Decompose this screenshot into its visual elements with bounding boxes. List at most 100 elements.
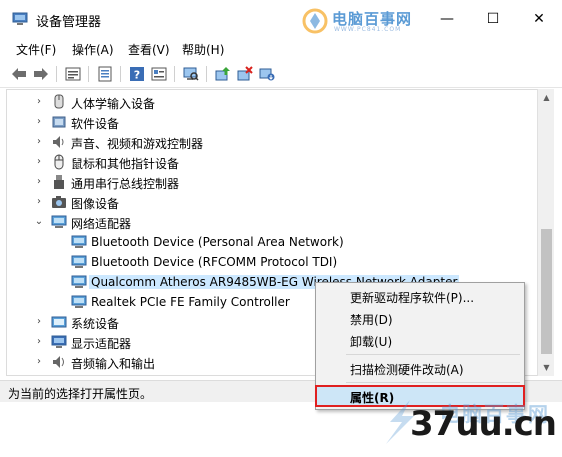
ctx-disable[interactable]: 禁用(D) bbox=[316, 307, 524, 329]
scroll-thumb[interactable] bbox=[541, 229, 552, 354]
camera-icon bbox=[52, 196, 66, 208]
help-icon: ? bbox=[130, 67, 144, 82]
ctx-item-label: 扫描检测硬件改动(A) bbox=[350, 363, 464, 377]
hid-device-icon bbox=[54, 94, 64, 109]
tree-row-software-devices[interactable]: › 软件设备 bbox=[7, 112, 537, 132]
scroll-down-icon[interactable]: ▼ bbox=[538, 359, 555, 376]
driver-info-button[interactable] bbox=[150, 65, 168, 83]
menu-help[interactable]: 帮助(H) bbox=[182, 41, 224, 58]
watermark-subtext: WWW.PC841.COM bbox=[334, 26, 402, 33]
close-icon: ✕ bbox=[533, 11, 545, 27]
network-adapter-icon bbox=[71, 235, 87, 248]
tree-item-label: 鼠标和其他指针设备 bbox=[71, 157, 180, 171]
network-adapter-icon bbox=[71, 295, 87, 308]
scan-monitor-icon bbox=[183, 67, 199, 81]
uninstall-button[interactable] bbox=[236, 65, 254, 83]
properties-icon bbox=[98, 66, 112, 82]
software-device-icon bbox=[52, 116, 66, 128]
device-manager-icon bbox=[12, 12, 28, 25]
driver-info-icon bbox=[151, 67, 167, 81]
expand-arrow-icon[interactable]: › bbox=[34, 316, 44, 328]
ctx-scan-hardware[interactable]: 扫描检测硬件改动(A) bbox=[316, 357, 524, 379]
scan-monitor-button[interactable] bbox=[182, 65, 200, 83]
tree-item-label: 图像设备 bbox=[71, 197, 120, 211]
svg-text:?: ? bbox=[134, 69, 140, 82]
expand-arrow-icon[interactable]: › bbox=[34, 336, 44, 348]
menu-bar: 文件(F) 操作(A) 查看(V) 帮助(H) bbox=[0, 38, 562, 60]
expand-arrow-icon[interactable]: › bbox=[34, 136, 44, 148]
tree-item-label: 音频输入和输出 bbox=[71, 357, 156, 371]
tree-item-label: 通用串行总线控制器 bbox=[71, 177, 180, 191]
maximize-button[interactable]: ☐ bbox=[470, 0, 516, 38]
tree-row-usb[interactable]: › 通用串行总线控制器 bbox=[7, 172, 537, 192]
status-text: 为当前的选择打开属性页。 bbox=[8, 387, 153, 401]
title-bar[interactable]: 设备管理器 电脑百事网 WWW.PC841.COM — ☐ ✕ bbox=[0, 0, 562, 38]
tree-item-label: 系统设备 bbox=[71, 317, 120, 331]
tree-row-imaging[interactable]: › 图像设备 bbox=[7, 192, 537, 212]
back-arrow-icon bbox=[12, 68, 26, 80]
watermark-logo-icon bbox=[302, 8, 328, 34]
ctx-separator bbox=[346, 382, 520, 383]
toolbar-separator bbox=[120, 66, 121, 82]
system-device-icon bbox=[51, 316, 67, 328]
tree-row-network-adapters[interactable]: ⌄ 网络适配器 bbox=[7, 212, 537, 232]
menu-view[interactable]: 查看(V) bbox=[128, 41, 170, 58]
tree-row-bluetooth-pan[interactable]: Bluetooth Device (Personal Area Network) bbox=[7, 232, 537, 252]
collapse-arrow-icon[interactable]: ⌄ bbox=[34, 216, 44, 228]
device-view-button[interactable] bbox=[64, 65, 82, 83]
ctx-update-driver[interactable]: 更新驱动程序软件(P)... bbox=[316, 285, 524, 307]
tree-row-sound[interactable]: › 声音、视频和游戏控制器 bbox=[7, 132, 537, 152]
tree-item-label: Bluetooth Device (RFCOMM Protocol TDI) bbox=[91, 255, 338, 269]
tree-item-label: 显示适配器 bbox=[71, 337, 132, 351]
expand-arrow-icon[interactable]: › bbox=[34, 96, 44, 108]
scroll-up-icon[interactable]: ▲ bbox=[538, 89, 555, 106]
mouse-icon bbox=[54, 154, 64, 170]
ctx-item-label: 更新驱动程序软件(P)... bbox=[350, 291, 475, 305]
tree-row-bluetooth-rfcomm[interactable]: Bluetooth Device (RFCOMM Protocol TDI) bbox=[7, 252, 537, 272]
ctx-separator bbox=[346, 354, 520, 355]
back-button[interactable] bbox=[10, 65, 28, 83]
device-view-icon bbox=[65, 67, 81, 81]
expand-arrow-icon[interactable]: › bbox=[34, 176, 44, 188]
close-button[interactable]: ✕ bbox=[516, 0, 562, 38]
tree-item-label: 软件设备 bbox=[71, 117, 120, 131]
speaker-icon bbox=[53, 136, 64, 148]
properties-button[interactable] bbox=[96, 65, 114, 83]
tree-item-label: Realtek PCIe FE Family Controller bbox=[91, 295, 290, 309]
expand-arrow-icon[interactable]: › bbox=[34, 116, 44, 128]
usb-icon bbox=[54, 175, 64, 189]
download-driver-button[interactable] bbox=[258, 65, 276, 83]
audio-io-icon bbox=[53, 356, 64, 368]
tree-row-mice[interactable]: › 鼠标和其他指针设备 bbox=[7, 152, 537, 172]
toolbar-separator bbox=[206, 66, 207, 82]
tree-item-label: 人体学输入设备 bbox=[71, 97, 156, 111]
expand-arrow-icon[interactable]: › bbox=[34, 196, 44, 208]
expand-arrow-icon[interactable]: › bbox=[34, 156, 44, 168]
network-adapter-icon bbox=[71, 255, 87, 268]
help-button[interactable]: ? bbox=[128, 65, 146, 83]
toolbar: ? bbox=[0, 60, 562, 88]
network-adapter-icon bbox=[71, 275, 87, 288]
tree-item-label: Bluetooth Device (Personal Area Network) bbox=[91, 235, 344, 249]
tree-item-label: 网络适配器 bbox=[71, 217, 132, 231]
toolbar-separator bbox=[88, 66, 89, 82]
menu-action[interactable]: 操作(A) bbox=[72, 41, 114, 58]
tree-row-hid[interactable]: › 人体学输入设备 bbox=[7, 92, 537, 112]
vertical-scrollbar[interactable]: ▲ ▼ bbox=[537, 89, 554, 376]
toolbar-separator bbox=[56, 66, 57, 82]
menu-file[interactable]: 文件(F) bbox=[16, 41, 56, 58]
minimize-icon: — bbox=[440, 11, 454, 27]
update-driver-button[interactable] bbox=[214, 65, 232, 83]
network-adapter-icon bbox=[51, 215, 67, 228]
minimize-button[interactable]: — bbox=[424, 0, 470, 38]
ctx-uninstall[interactable]: 卸载(U) bbox=[316, 329, 524, 351]
toolbar-separator bbox=[174, 66, 175, 82]
download-driver-icon bbox=[259, 68, 275, 81]
expand-arrow-icon[interactable]: › bbox=[34, 356, 44, 368]
watermark-domain: 37uu.cn bbox=[410, 404, 557, 444]
maximize-icon: ☐ bbox=[486, 11, 500, 27]
display-adapter-icon bbox=[51, 335, 67, 348]
ctx-item-label: 禁用(D) bbox=[350, 313, 393, 327]
forward-button[interactable] bbox=[32, 65, 50, 83]
watermark-bottom: 电脑百事网 37uu.cn bbox=[380, 390, 562, 457]
